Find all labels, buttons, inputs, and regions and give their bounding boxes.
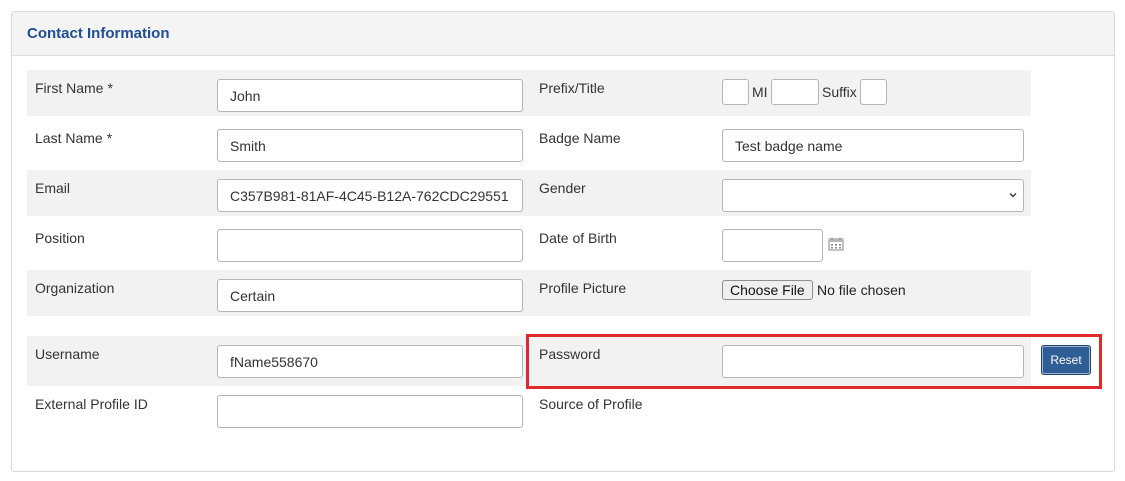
- first-name-input[interactable]: [217, 79, 523, 112]
- last-name-input[interactable]: [217, 129, 523, 162]
- suffix-input[interactable]: [860, 79, 887, 105]
- choose-file-button[interactable]: Choose File: [722, 280, 813, 300]
- mi-input[interactable]: [771, 79, 819, 105]
- suffix-label: Suffix: [822, 84, 857, 100]
- prefix-title-label: Prefix/Title: [539, 80, 605, 96]
- panel-header: Contact Information: [12, 12, 1114, 56]
- email-label: Email: [35, 180, 71, 196]
- panel-title: Contact Information: [27, 25, 170, 42]
- organization-label: Organization: [35, 280, 115, 296]
- username-input[interactable]: [217, 345, 523, 378]
- password-input[interactable]: [722, 345, 1024, 378]
- organization-input[interactable]: [217, 279, 523, 312]
- date-of-birth-label: Date of Birth: [539, 230, 617, 246]
- required-indicator: *: [107, 80, 113, 96]
- first-name-label: First Name *: [35, 80, 113, 96]
- file-status-text: No file chosen: [817, 282, 906, 298]
- position-input[interactable]: [217, 229, 523, 262]
- external-profile-id-input[interactable]: [217, 395, 523, 428]
- required-indicator: *: [106, 130, 113, 146]
- external-profile-id-label: External Profile ID: [35, 396, 148, 412]
- date-of-birth-input[interactable]: [722, 229, 823, 262]
- last-name-label: Last Name *: [35, 130, 113, 146]
- chevron-down-icon: [1009, 193, 1017, 198]
- gender-label: Gender: [539, 180, 586, 196]
- badge-name-input[interactable]: [722, 129, 1024, 162]
- source-of-profile-label: Source of Profile: [539, 396, 643, 412]
- email-input[interactable]: [217, 179, 523, 212]
- username-label: Username: [35, 346, 100, 362]
- badge-name-label: Badge Name: [539, 130, 621, 146]
- gender-select[interactable]: [722, 179, 1024, 212]
- prefix-input[interactable]: [722, 79, 749, 105]
- calendar-icon[interactable]: [828, 237, 844, 251]
- profile-picture-label: Profile Picture: [539, 280, 627, 296]
- position-label: Position: [35, 230, 85, 246]
- mi-label: MI: [752, 84, 768, 100]
- reset-password-button[interactable]: Reset: [1041, 345, 1091, 375]
